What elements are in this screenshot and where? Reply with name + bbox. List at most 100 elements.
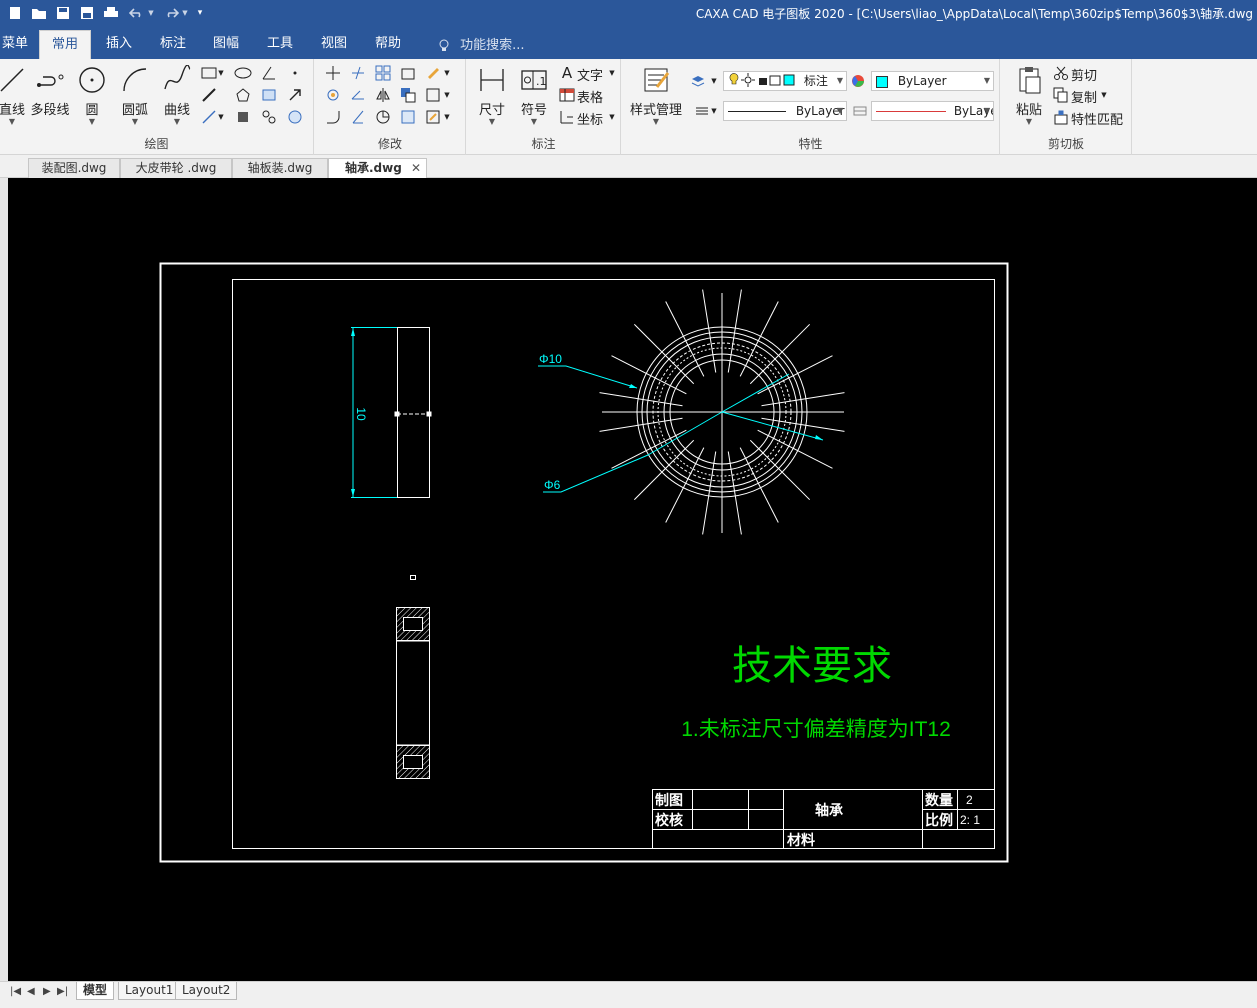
last-layout-icon[interactable]: ▶| bbox=[57, 986, 68, 997]
rotate-icon[interactable] bbox=[323, 85, 343, 105]
first-layout-icon[interactable]: |◀ bbox=[10, 986, 21, 997]
coordinate-button[interactable]: 坐标 bbox=[577, 109, 603, 128]
tab-home[interactable]: 常用 bbox=[39, 30, 92, 59]
fillet-icon[interactable] bbox=[323, 107, 343, 127]
layer-combo[interactable]: 标注 ▼ bbox=[723, 71, 847, 91]
copy-dropdown-icon[interactable]: ▼ bbox=[1099, 85, 1109, 105]
layer-manager-icon[interactable] bbox=[688, 71, 708, 91]
properties-dropdown-icon[interactable]: ▼ bbox=[441, 107, 453, 127]
next-layout-icon[interactable]: ▶ bbox=[43, 986, 51, 997]
rotate-copy-icon[interactable] bbox=[373, 107, 393, 127]
text-button[interactable]: 文字 bbox=[577, 65, 603, 84]
radial-ray bbox=[727, 451, 742, 535]
tab-sheet[interactable]: 图幅 bbox=[201, 30, 251, 59]
color-wheel-icon[interactable] bbox=[848, 71, 868, 91]
polyline-button[interactable]: 多段线 bbox=[28, 63, 72, 127]
paste-button[interactable]: 粘贴 ▼ bbox=[1007, 63, 1051, 127]
match-properties-icon[interactable] bbox=[1051, 107, 1071, 127]
tab-insert[interactable]: 插入 bbox=[94, 30, 144, 59]
close-icon[interactable]: ✕ bbox=[411, 159, 421, 177]
coordinate-dropdown-icon[interactable]: ▼ bbox=[607, 107, 617, 127]
fill-icon[interactable] bbox=[233, 107, 253, 127]
layout-tab-model[interactable]: 模型 bbox=[76, 982, 115, 1000]
hatch-icon[interactable] bbox=[259, 85, 279, 105]
scale-icon[interactable] bbox=[398, 63, 418, 83]
lineweight-combo[interactable]: ByLaye ▼ bbox=[871, 101, 994, 121]
open-folder-icon[interactable] bbox=[30, 4, 48, 22]
centerline-icon[interactable] bbox=[199, 85, 219, 105]
radial-ray bbox=[727, 289, 742, 373]
save-icon[interactable] bbox=[54, 4, 72, 22]
doc-tab-pulley[interactable]: 大皮带轮 .dwg bbox=[120, 158, 232, 178]
line-style-icon[interactable] bbox=[850, 101, 870, 121]
break-icon[interactable] bbox=[398, 107, 418, 127]
table-icon[interactable] bbox=[557, 85, 577, 105]
doc-tab-bearing[interactable]: 轴承.dwg ✕ bbox=[328, 158, 427, 178]
tb-quantity-label: 数量 bbox=[925, 792, 953, 808]
rectangle-dropdown-icon[interactable]: ▼ bbox=[215, 63, 227, 83]
tab-view[interactable]: 视图 bbox=[309, 30, 359, 59]
new-file-icon[interactable] bbox=[6, 4, 24, 22]
redo-dropdown-icon[interactable]: ▼ bbox=[180, 4, 190, 22]
curve-button[interactable]: 曲线 ▼ bbox=[155, 63, 199, 127]
layout-tab-layout1[interactable]: Layout1 bbox=[118, 982, 181, 1000]
arc-button[interactable]: 圆弧 ▼ bbox=[113, 63, 157, 127]
ellipse-icon[interactable] bbox=[233, 63, 253, 83]
drawing-canvas[interactable]: 10 Φ10 Φ6 技术要求 1.未标注尺寸偏差精度为IT12 制图 校核 轴承… bbox=[8, 178, 1257, 981]
tab-help[interactable]: 帮助 bbox=[363, 30, 413, 59]
dimension-button[interactable]: 尺寸 ▼ bbox=[470, 63, 514, 127]
style-manager-button[interactable]: 样式管理 ▼ bbox=[628, 63, 684, 127]
symbol-button[interactable]: .1 符号 ▼ bbox=[512, 63, 556, 127]
explode-icon[interactable] bbox=[423, 85, 443, 105]
layout-tab-layout2[interactable]: Layout2 bbox=[175, 982, 238, 1000]
tab-annotate[interactable]: 标注 bbox=[148, 30, 198, 59]
text-dropdown-icon[interactable]: ▼ bbox=[607, 63, 617, 83]
block-icon[interactable] bbox=[259, 107, 279, 127]
move-icon[interactable] bbox=[323, 63, 343, 83]
stretch-icon[interactable] bbox=[348, 107, 368, 127]
layout-tab-bar: |◀ ◀ ▶ ▶| 模型 Layout1 Layout2 bbox=[0, 981, 1257, 1008]
array-icon[interactable] bbox=[373, 63, 393, 83]
linetype-combo[interactable]: ByLayer ▼ bbox=[723, 101, 847, 121]
mirror-icon[interactable] bbox=[373, 85, 393, 105]
tab-tools[interactable]: 工具 bbox=[255, 30, 305, 59]
redo-icon[interactable] bbox=[162, 4, 180, 22]
undo-dropdown-icon[interactable]: ▼ bbox=[146, 4, 156, 22]
customize-toolbar-icon[interactable]: ▾ bbox=[194, 4, 206, 22]
doc-tab-shaft-plate[interactable]: 轴板装.dwg bbox=[232, 158, 328, 178]
doc-tab-assembly[interactable]: 装配图.dwg bbox=[28, 158, 120, 178]
color-combo[interactable]: ByLayer ▼ bbox=[871, 71, 994, 91]
point-icon[interactable] bbox=[285, 63, 305, 83]
text-icon[interactable]: A bbox=[557, 63, 577, 83]
table-button[interactable]: 表格 bbox=[577, 87, 603, 106]
print-icon[interactable] bbox=[102, 4, 120, 22]
match-properties-button[interactable]: 特性匹配 bbox=[1071, 109, 1123, 128]
marker-point bbox=[410, 575, 416, 580]
revision-cloud-icon[interactable] bbox=[285, 107, 305, 127]
scissors-icon[interactable] bbox=[1051, 63, 1071, 83]
prev-layout-icon[interactable]: ◀ bbox=[27, 986, 35, 997]
copy-object-icon[interactable] bbox=[398, 85, 418, 105]
erase-dropdown-icon[interactable]: ▼ bbox=[441, 63, 453, 83]
svg-text:.1: .1 bbox=[536, 75, 547, 88]
layer-manager-dropdown-icon[interactable]: ▼ bbox=[708, 71, 720, 91]
explode-dropdown-icon[interactable]: ▼ bbox=[441, 85, 453, 105]
polygon-icon[interactable] bbox=[233, 85, 253, 105]
undo-icon[interactable] bbox=[128, 4, 146, 22]
copy-icon[interactable] bbox=[1051, 85, 1071, 105]
copy-button[interactable]: 复制 bbox=[1071, 87, 1097, 106]
erase-icon[interactable] bbox=[423, 63, 443, 83]
extend-icon[interactable] bbox=[348, 85, 368, 105]
trim-icon[interactable] bbox=[348, 63, 368, 83]
tab-menu[interactable]: 菜单 bbox=[0, 30, 40, 59]
function-search[interactable]: 功能搜索... bbox=[438, 34, 525, 53]
arrow-icon[interactable] bbox=[285, 85, 305, 105]
lineweight-dropdown-icon[interactable]: ▼ bbox=[708, 101, 720, 121]
angle-line-icon[interactable] bbox=[259, 63, 279, 83]
circle-button[interactable]: 圆 ▼ bbox=[70, 63, 114, 127]
properties-edit-icon[interactable] bbox=[423, 107, 443, 127]
cut-button[interactable]: 剪切 bbox=[1071, 65, 1097, 84]
save-all-icon[interactable] bbox=[78, 4, 96, 22]
offset-dropdown-icon[interactable]: ▼ bbox=[215, 107, 227, 127]
coordinate-icon[interactable] bbox=[557, 107, 577, 127]
